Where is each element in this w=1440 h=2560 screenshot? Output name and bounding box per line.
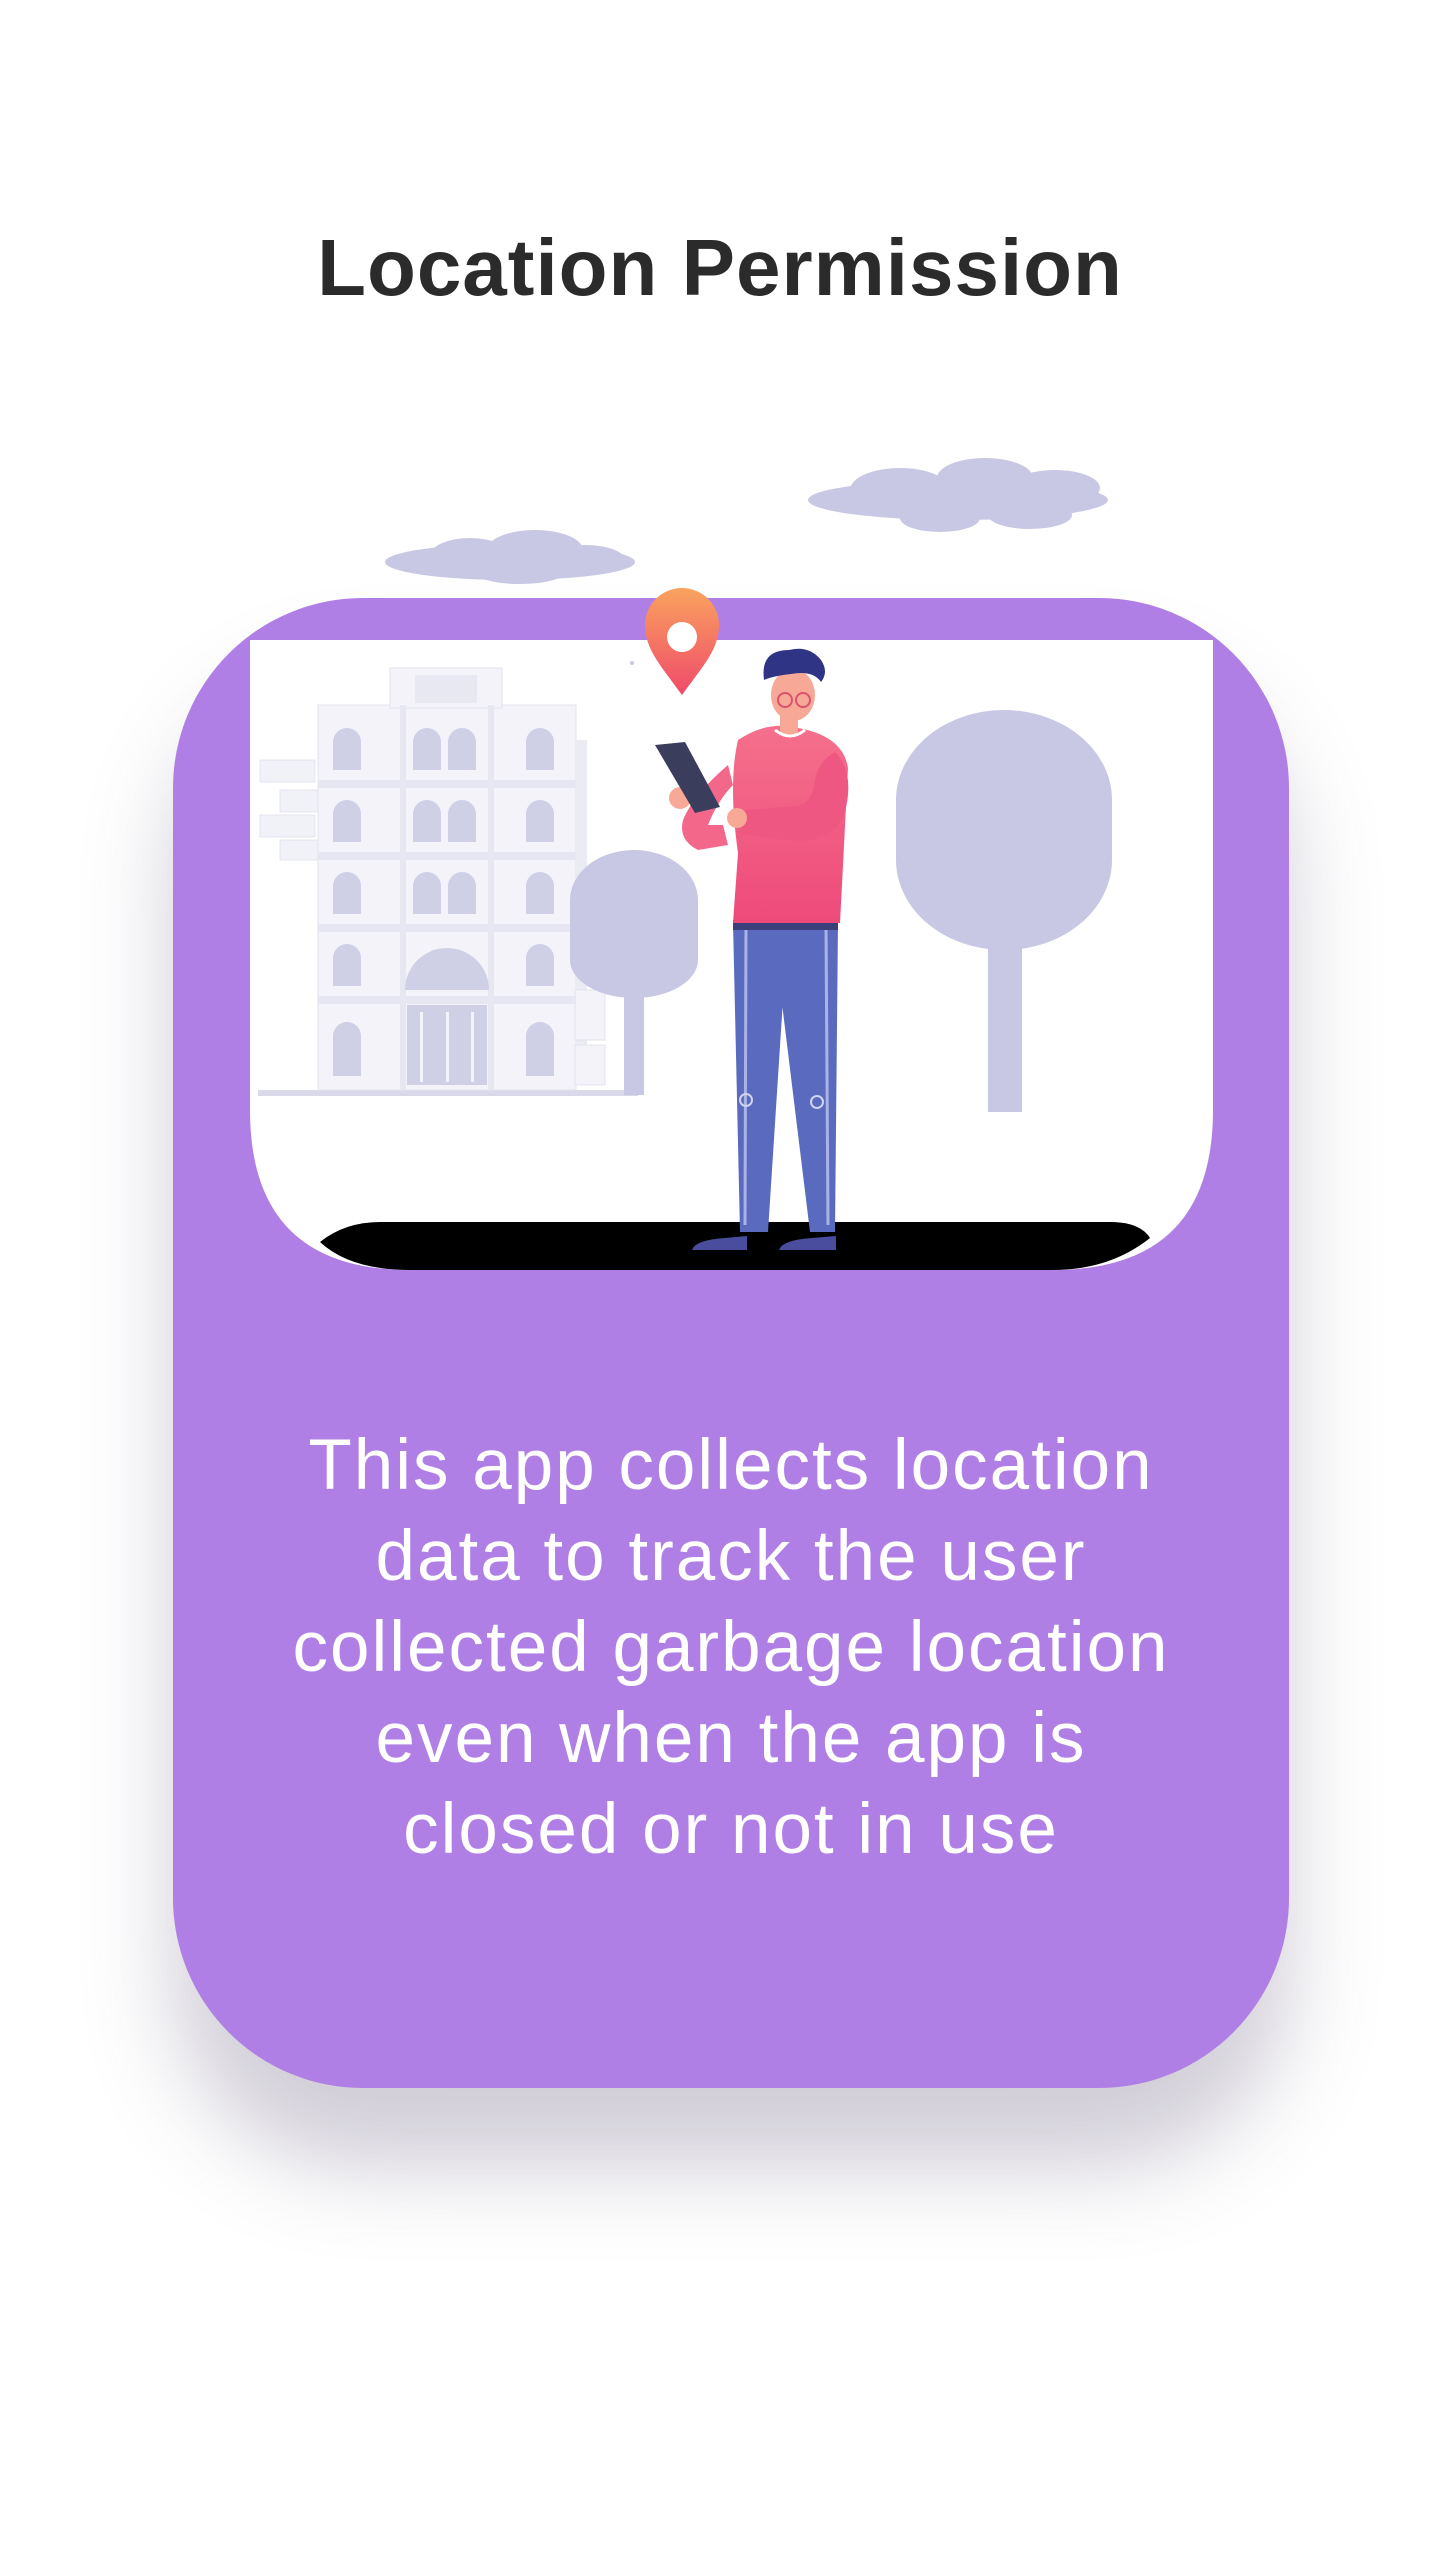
permission-screen: Location Permission This app collects lo… xyxy=(0,0,1440,2560)
message-line: data to track the user xyxy=(375,1517,1087,1596)
cloud-icon xyxy=(385,530,635,584)
message-line: closed or not in use xyxy=(403,1790,1059,1869)
message-line: collected garbage location xyxy=(292,1608,1170,1687)
permission-message: This app collects location data to track… xyxy=(173,1420,1289,1875)
message-line: This app collects location xyxy=(308,1426,1154,1505)
location-illustration xyxy=(250,458,1213,1270)
cloud-icon xyxy=(808,458,1108,532)
message-line: even when the app is xyxy=(375,1699,1087,1778)
